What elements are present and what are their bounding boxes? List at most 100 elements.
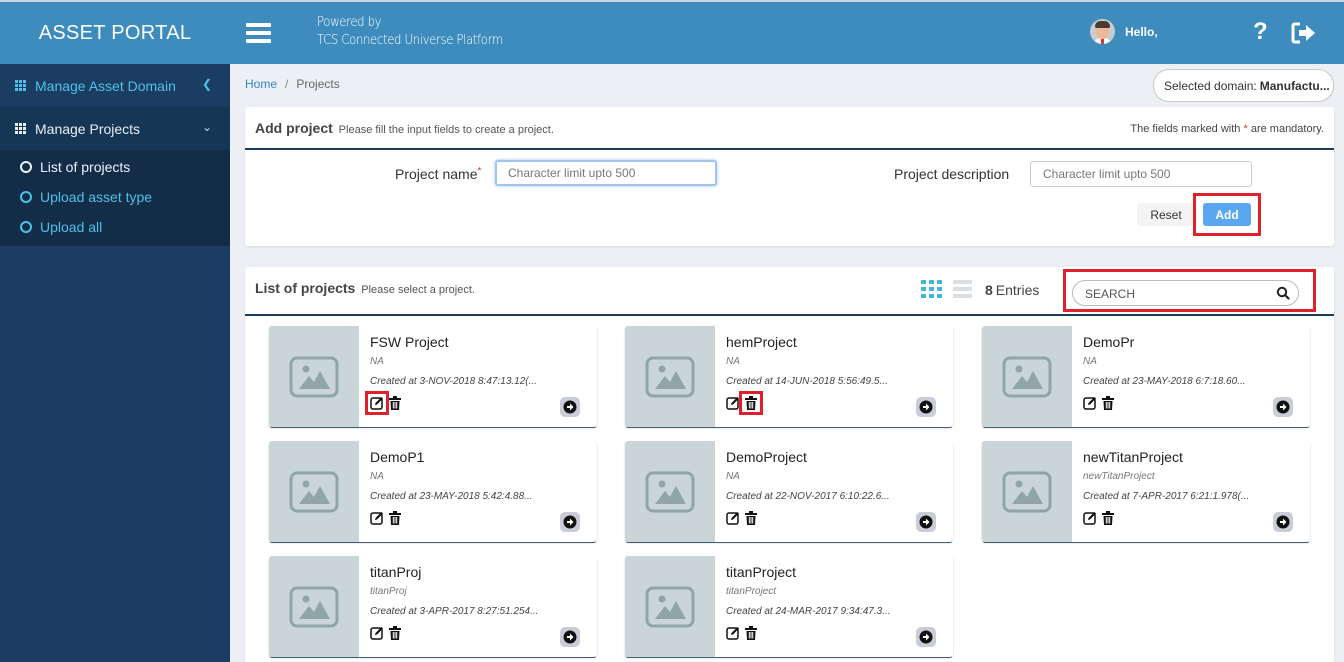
edit-icon[interactable] [726,396,740,410]
powered-by-text: Powered by TCS Connected Universe Platfo… [317,14,503,50]
project-list-header: List of projects Please select a project… [245,267,1334,316]
sidebar-item-upload-all[interactable]: Upload all [0,212,230,242]
open-project-button[interactable] [916,512,936,532]
project-thumbnail [982,326,1072,427]
list-view-icon[interactable] [953,280,972,298]
open-project-button[interactable] [560,397,580,417]
image-placeholder-icon [289,356,339,397]
project-thumbnail [269,326,359,427]
breadcrumb-current: Projects [296,77,340,91]
sidebar-submenu: List of projects Upload asset type Uploa… [0,150,230,246]
project-description-label: Project description [894,166,1010,182]
open-project-button[interactable] [916,397,936,417]
project-created-at: Created at 14-JUN-2018 5:56:49.5... [726,376,888,387]
project-list-panel: List of projects Please select a project… [245,267,1334,662]
project-name: hemProject [726,334,797,350]
chevron-left-icon: ❮ [201,77,212,91]
arrow-circle-right-icon [1276,515,1290,529]
open-project-button[interactable] [560,627,580,647]
edit-icon[interactable] [1083,511,1097,525]
open-project-button[interactable] [1273,512,1293,532]
arrow-circle-right-icon [563,630,577,644]
add-project-header: Add project Please fill the input fields… [245,107,1334,150]
arrow-circle-right-icon [1276,400,1290,414]
search-input[interactable] [1085,285,1265,302]
open-project-button[interactable] [1273,397,1293,417]
question-icon[interactable]: ? [1253,18,1268,46]
project-description: newTitanProject [1083,471,1155,482]
grid-view-icon[interactable] [921,280,942,298]
project-thumbnail [625,556,715,657]
project-description: NA [1083,356,1097,367]
trash-icon[interactable] [745,396,757,410]
sidebar-item-manage-projects[interactable]: Manage Projects ⌄ [0,107,230,150]
project-description: titanProject [726,586,777,597]
project-card[interactable]: FSW Project NA Created at 3-NOV-2018 8:4… [269,326,597,427]
trash-icon[interactable] [389,396,401,410]
project-thumbnail [982,441,1072,542]
powered-by-line2: TCS Connected Universe Platform [317,33,503,48]
project-card[interactable]: titanProj titanProj Created at 3-APR-201… [269,556,597,657]
user-menu[interactable]: Hello, [1090,19,1158,44]
project-list-title: List of projects [255,280,356,296]
arrow-circle-right-icon [919,630,933,644]
project-card[interactable]: DemoProject NA Created at 22-NOV-2017 6:… [625,441,953,542]
project-created-at: Created at 23-MAY-2018 5:42:4.88... [370,491,533,502]
trash-icon[interactable] [389,626,401,640]
project-card[interactable]: DemoPr NA Created at 23-MAY-2018 6:7:18.… [982,326,1310,427]
edit-icon[interactable] [370,511,384,525]
mandatory-note: The fields marked with * are mandatory. [1130,123,1324,135]
open-project-button[interactable] [916,627,936,647]
project-description-input[interactable] [1030,161,1252,187]
mandatory-suffix: are mandatory. [1250,123,1324,135]
breadcrumb: Home / Projects [245,77,340,91]
edit-icon[interactable] [370,396,384,410]
grid-icon [15,123,28,134]
sidebar: Manage Asset Domain ❮ Manage Projects ⌄ … [0,64,230,662]
powered-by-line1: Powered by [317,15,382,30]
selected-domain-badge[interactable]: Selected domain: Manufactu... [1153,69,1334,102]
selected-domain-value: Manufactu... [1259,78,1330,93]
image-placeholder-icon [289,471,339,512]
project-created-at: Created at 22-NOV-2017 6:10:22.6... [726,491,890,502]
trash-icon[interactable] [745,511,757,525]
project-name-input[interactable] [495,160,717,186]
project-card[interactable]: titanProject titanProject Created at 24-… [625,556,953,657]
edit-icon[interactable] [1083,396,1097,410]
sidebar-item-list-of-projects[interactable]: List of projects [0,152,230,182]
sidebar-subitem-label: Upload all [40,219,103,235]
project-name: DemoProject [726,449,807,465]
edit-icon[interactable] [370,626,384,640]
avatar [1090,19,1115,44]
search-icon[interactable] [1276,286,1290,300]
breadcrumb-home-link[interactable]: Home [245,77,277,91]
add-button[interactable]: Add [1203,203,1251,226]
sign-out-icon[interactable] [1291,22,1317,44]
sidebar-item-upload-asset-type[interactable]: Upload asset type [0,182,230,212]
project-card[interactable]: newTitanProject newTitanProject Created … [982,441,1310,542]
trash-icon[interactable] [745,626,757,640]
project-description: NA [726,356,740,367]
project-created-at: Created at 3-NOV-2018 8:47:13.12(... [370,376,537,387]
project-thumbnail [269,556,359,657]
sidebar-item-manage-asset-domain[interactable]: Manage Asset Domain ❮ [0,64,230,107]
trash-icon[interactable] [1102,396,1114,410]
project-name: titanProj [370,564,422,580]
edit-icon[interactable] [726,511,740,525]
mandatory-prefix: The fields marked with [1130,123,1241,135]
trash-icon[interactable] [1102,511,1114,525]
image-placeholder-icon [1002,356,1052,397]
project-card[interactable]: hemProject NA Created at 14-JUN-2018 5:5… [625,326,953,427]
project-name-label: Project name* [395,166,481,182]
project-card[interactable]: DemoP1 NA Created at 23-MAY-2018 5:42:4.… [269,441,597,542]
add-project-subtitle: Please fill the input fields to create a… [338,124,554,136]
menu-toggle-icon[interactable] [246,23,271,43]
open-project-button[interactable] [560,512,580,532]
project-created-at: Created at 23-MAY-2018 6:7:18.60... [1083,376,1246,387]
edit-icon[interactable] [726,626,740,640]
project-name: newTitanProject [1083,449,1183,465]
trash-icon[interactable] [389,511,401,525]
reset-button[interactable]: Reset [1137,203,1195,226]
greeting-text: Hello, [1125,24,1158,39]
project-name-label-text: Project name [395,166,478,182]
